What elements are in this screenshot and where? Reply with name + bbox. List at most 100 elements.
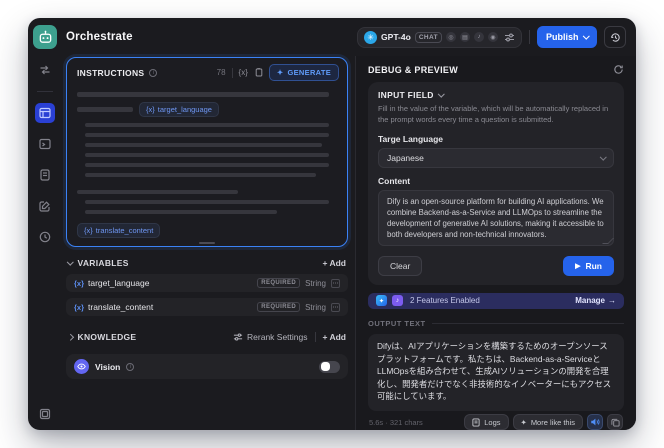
variable-glyph: {x} xyxy=(74,278,85,288)
features-enabled-bar[interactable]: ✦ ♪ 2 Features Enabled Manage → xyxy=(368,293,624,309)
more-like-this-button[interactable]: ✦ More like this xyxy=(512,414,583,430)
skeleton-line xyxy=(85,172,317,177)
sidebar-item-api-access[interactable] xyxy=(35,134,55,154)
variable-pill-translate-content[interactable]: {x} translate_content xyxy=(77,223,161,238)
variable-settings-icon[interactable]: ⋯ xyxy=(331,302,340,312)
chevron-down-icon[interactable] xyxy=(67,258,74,265)
skeleton-line xyxy=(85,209,278,214)
copy-output-button[interactable] xyxy=(607,414,623,430)
app-window: Orchestrate ✳ GPT-4o CHAT ◎ ▤ ♪ ◉ Publis… xyxy=(28,18,636,430)
sidebar-item-orchestrate[interactable] xyxy=(35,103,55,123)
publish-button[interactable]: Publish xyxy=(536,26,597,48)
vision-feature-card: Vision i xyxy=(66,354,348,379)
publish-label: Publish xyxy=(545,32,579,42)
output-footer: 5.6s · 321 chars Logs ✦ More like this xyxy=(368,414,624,430)
target-language-select[interactable]: Japanese xyxy=(378,147,614,168)
version-history-button[interactable] xyxy=(604,26,626,48)
skeleton-line xyxy=(85,122,330,127)
content-textarea[interactable]: Dify is an open-source platform for buil… xyxy=(378,189,614,246)
plus-icon: + xyxy=(322,332,328,342)
robot-icon xyxy=(39,30,51,43)
copy-icon[interactable] xyxy=(254,67,263,78)
variable-glyph: {x} xyxy=(84,226,93,235)
clear-button[interactable]: Clear xyxy=(378,256,423,276)
instructions-body[interactable]: {x} target_language {x} translate_conten… xyxy=(67,85,347,246)
rerank-label: Rerank Settings xyxy=(247,332,308,342)
sidebar-item-annotation[interactable] xyxy=(35,196,55,216)
logs-button[interactable]: Logs xyxy=(464,414,509,430)
manage-features-link[interactable]: Manage → xyxy=(575,296,616,305)
app-logo-robot-icon[interactable] xyxy=(33,25,57,49)
topbar-controls: ✳ GPT-4o CHAT ◎ ▤ ♪ ◉ Publish xyxy=(357,26,626,48)
capability-icon-1: ◎ xyxy=(445,32,456,42)
manage-label: Manage xyxy=(575,296,605,306)
features-enabled-text: 2 Features Enabled xyxy=(410,296,480,306)
instructions-editor[interactable]: INSTRUCTIONS i 78 {x} ✦ GENERATE {x} tar… xyxy=(66,57,348,247)
more-like-this-label: More like this xyxy=(530,417,575,427)
generate-button[interactable]: ✦ GENERATE xyxy=(268,64,339,81)
vision-label: Vision xyxy=(95,361,121,372)
debug-title: DEBUG & PREVIEW xyxy=(368,64,459,75)
add-knowledge-button[interactable]: + Add xyxy=(323,332,347,342)
variable-row-target-language[interactable]: {x} target_language REQUIRED String ⋯ xyxy=(66,274,348,292)
add-variable-button[interactable]: + Add xyxy=(323,258,347,268)
play-icon: ▶ xyxy=(575,263,581,270)
knowledge-section-header: KNOWLEDGE Rerank Settings + Add xyxy=(66,332,348,342)
variable-pill-target-language[interactable]: {x} target_language xyxy=(139,102,219,117)
content-area: INSTRUCTIONS i 78 {x} ✦ GENERATE {x} tar… xyxy=(62,56,636,430)
variable-row-translate-content[interactable]: {x} translate_content REQUIRED String ⋯ xyxy=(66,298,348,316)
resize-handle[interactable] xyxy=(199,241,215,244)
knowledge-title: KNOWLEDGE xyxy=(77,332,137,342)
rerank-settings-button[interactable]: Rerank Settings xyxy=(233,332,308,342)
instructions-title: INSTRUCTIONS xyxy=(77,67,145,78)
generate-label: GENERATE xyxy=(287,68,331,77)
skeleton-line xyxy=(77,107,133,112)
variable-glyph: {x} xyxy=(146,105,155,114)
page-title: Orchestrate xyxy=(66,31,133,43)
info-icon: i xyxy=(149,68,158,77)
text-to-speech-button[interactable] xyxy=(587,414,603,430)
skeleton-line xyxy=(77,189,239,194)
input-field-header[interactable]: INPUT FIELD xyxy=(378,90,614,100)
variable-type: String xyxy=(305,278,326,288)
action-buttons-row: Clear ▶ Run xyxy=(378,256,614,276)
openai-icon: ✳ xyxy=(364,30,378,44)
add-label: Add xyxy=(329,258,346,268)
target-language-label: Targe Language xyxy=(378,133,444,144)
top-bar: Orchestrate ✳ GPT-4o CHAT ◎ ▤ ♪ ◉ Publis… xyxy=(62,18,636,56)
skeleton-line xyxy=(85,199,330,204)
model-settings-icon[interactable] xyxy=(504,32,515,43)
feature-more-like-this-icon: ✦ xyxy=(376,295,387,307)
variables-title: VARIABLES xyxy=(77,258,129,268)
model-selector[interactable]: ✳ GPT-4o CHAT ◎ ▤ ♪ ◉ xyxy=(357,26,522,48)
model-name: GPT-4o xyxy=(381,32,411,42)
output-section-header: OUTPUT TEXT xyxy=(368,319,624,328)
input-field-card: INPUT FIELD Fill in the value of the var… xyxy=(368,82,624,285)
feature-tts-icon: ♪ xyxy=(392,295,403,307)
orchestrate-pane: INSTRUCTIONS i 78 {x} ✦ GENERATE {x} tar… xyxy=(62,56,355,430)
skeleton-line xyxy=(85,152,330,157)
variables-section-header: VARIABLES + Add xyxy=(66,258,348,268)
sidebar-item-logs[interactable] xyxy=(35,165,55,185)
skeleton-line xyxy=(85,132,330,137)
capability-icon-3: ♪ xyxy=(473,32,484,42)
variable-type: String xyxy=(305,302,326,312)
chevron-down-icon xyxy=(599,153,606,160)
skeleton-line xyxy=(77,92,330,97)
refresh-icon[interactable] xyxy=(613,64,624,75)
capability-icon-4: ◉ xyxy=(487,32,498,42)
run-button[interactable]: ▶ Run xyxy=(563,256,614,276)
vision-toggle[interactable] xyxy=(319,360,340,373)
variable-settings-icon[interactable]: ⋯ xyxy=(331,278,340,288)
model-switch-icon[interactable] xyxy=(35,60,55,80)
insert-variable-icon[interactable]: {x} xyxy=(239,68,248,77)
vision-eye-icon xyxy=(74,359,89,374)
chevron-right-icon[interactable] xyxy=(67,333,74,341)
output-rule xyxy=(431,322,624,324)
content-label: Content xyxy=(378,175,411,186)
target-language-value: Japanese xyxy=(387,152,424,163)
sidebar-collapse-icon[interactable] xyxy=(28,408,62,420)
char-count: 78 xyxy=(216,68,226,77)
output-stats: 5.6s · 321 chars xyxy=(369,417,423,427)
sidebar-item-monitoring[interactable] xyxy=(35,227,55,247)
